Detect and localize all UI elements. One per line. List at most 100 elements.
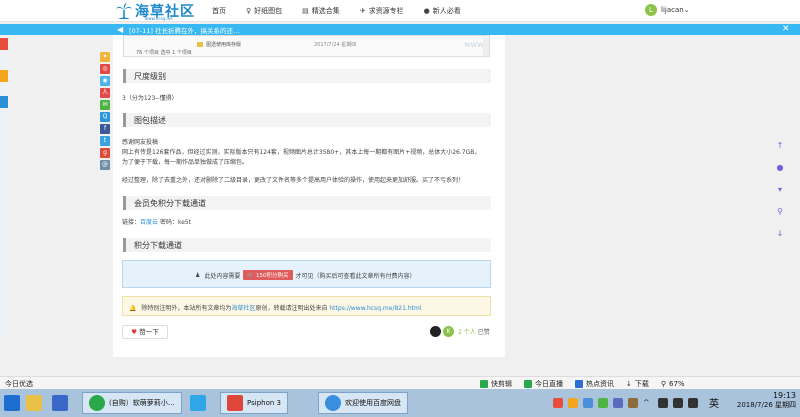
arrow-up-icon[interactable]: ↑ xyxy=(772,135,788,157)
windows-start-icon xyxy=(4,395,20,411)
system-clock[interactable]: 19:13 2018/7/26 星期四 xyxy=(730,391,796,410)
announcement-text[interactable]: [07-11] 社长折腾在外，搞关系的还… xyxy=(129,25,240,35)
qq-icon[interactable]: Q xyxy=(100,112,110,122)
status-item[interactable]: 热点资讯 xyxy=(575,379,614,389)
site-logo[interactable]: 海草社区 www.hcsq.me xyxy=(115,1,205,21)
status-item[interactable]: ⚲ 67% xyxy=(661,379,685,389)
chevron-down-icon: ⌄ xyxy=(683,6,690,14)
taskbar-pinned[interactable] xyxy=(190,392,210,414)
site-link[interactable]: 海草社区 xyxy=(231,305,255,312)
psiphon-icon xyxy=(227,395,243,411)
status-label: 热点资讯 xyxy=(586,380,614,388)
section-header-description: 图包描述 xyxy=(123,113,491,127)
megaphone-icon: ◀ xyxy=(117,25,124,34)
ime-indicator[interactable]: 英 xyxy=(709,395,719,410)
cloud-icon xyxy=(325,395,341,411)
side-badge-icon[interactable] xyxy=(0,96,8,108)
chevron-up-icon[interactable]: ^ xyxy=(643,398,653,408)
like-button[interactable]: ♥ 赞一下 xyxy=(122,325,168,339)
article-url-link[interactable]: https://www.hcsq.me/821.html xyxy=(329,305,421,312)
close-icon[interactable]: ✕ xyxy=(782,24,790,34)
album-icon: ▤ xyxy=(302,7,309,15)
taskbar-pinned[interactable] xyxy=(26,392,46,414)
system-tray: ^ 英 xyxy=(553,395,725,410)
qzone-icon[interactable]: ✦ xyxy=(100,52,110,62)
taskbar-app-baidu[interactable]: 欢迎使用百度网盘 xyxy=(318,392,408,414)
start-button[interactable] xyxy=(4,392,24,414)
like-label: 赞一下 xyxy=(139,328,159,336)
nav-item-newbie[interactable]: ● 新人必看 xyxy=(424,6,461,16)
status-icon xyxy=(524,380,532,388)
preview-scrollbar xyxy=(483,38,489,56)
section-header-paid-download: 积分下载通道 xyxy=(123,238,491,252)
status-item[interactable]: ↓ 下载 xyxy=(626,379,649,389)
zoom-icon: ⚲ xyxy=(660,380,667,388)
nav-item-home[interactable]: 首页 xyxy=(212,6,226,16)
tray-app-icon[interactable] xyxy=(613,397,623,408)
section-header-free-download: 会员免积分下载通道 xyxy=(123,196,491,210)
nav-item-requests[interactable]: ✈ 求资源专栏 xyxy=(360,6,404,16)
left-sidebar-strip xyxy=(0,38,8,338)
taskbar-app-psiphon[interactable]: Psiphon 3 xyxy=(220,392,288,414)
status-icon xyxy=(575,380,583,388)
side-badge-icon[interactable] xyxy=(0,38,8,50)
clock-date: 2018/7/26 星期四 xyxy=(736,401,796,409)
side-badge-icon[interactable] xyxy=(0,70,8,82)
scale-text: 3（分为123--懂得） xyxy=(122,95,178,102)
status-item[interactable]: 今日直播 xyxy=(524,379,563,389)
section-title: 会员免积分下载通道 xyxy=(134,199,206,208)
antivirus-icon[interactable] xyxy=(568,397,578,408)
description-line: 网上有传是126套作品，但经过实测，实际版本只有124套，视频图片总计3580+… xyxy=(122,149,481,156)
description-line: 为了便于下载，每一期作品单独做成了压缩包。 xyxy=(122,159,249,166)
media-player-icon xyxy=(190,395,206,411)
nav-item-packs[interactable]: ♀ 好纸图包 xyxy=(246,6,282,16)
logo-url: www.hcsq.me xyxy=(145,16,173,21)
buy-with-points-button[interactable]: 🛒 150积分购买 xyxy=(243,270,293,280)
status-label: 下载 xyxy=(634,380,649,388)
windows-taskbar: (自购）软萌萝莉小… Psiphon 3 欢迎使用百度网盘 ^ 英 19:13 … xyxy=(0,389,800,417)
wechat-icon[interactable]: ✉ xyxy=(100,100,110,110)
description-line: 感谢网友投稿 xyxy=(122,139,159,146)
volume-icon[interactable] xyxy=(688,397,698,408)
baidu-cloud-link[interactable]: 百度云 xyxy=(140,219,158,226)
today-picks[interactable]: 今日优选 xyxy=(5,379,33,389)
email-icon[interactable]: @ xyxy=(100,160,110,170)
facebook-icon[interactable]: f xyxy=(100,124,110,134)
tray-app-icon[interactable] xyxy=(583,397,593,408)
top-navbar: 海草社区 www.hcsq.me 首页 ♀ 好纸图包 ▤ 精选合集 ✈ 求资源专栏 ●… xyxy=(0,0,800,22)
paid-suffix: 才可见（购买后可查看此文章所有付费内容） xyxy=(295,272,416,280)
nav-label: 求资源专栏 xyxy=(368,7,404,15)
announcement-bar: ◀ [07-11] 社长折腾在外，搞关系的还… ✕ xyxy=(0,24,800,35)
notice-prefix: 除特别注明外，本站所有文章均为 xyxy=(141,305,232,312)
user-menu[interactable]: L lijacan ⌄ xyxy=(645,4,690,16)
link-label: 链接： xyxy=(122,219,141,226)
weibo-icon[interactable]: ◎ xyxy=(100,64,110,74)
wechat-icon[interactable] xyxy=(598,397,608,408)
google-plus-icon[interactable]: g xyxy=(100,148,110,158)
search-icon[interactable]: ⚲ xyxy=(772,201,788,223)
arrow-down-icon[interactable]: ↓ xyxy=(772,223,788,245)
tencent-weibo-icon[interactable]: ◉ xyxy=(100,76,110,86)
status-item[interactable]: 快剪辑 xyxy=(480,379,512,389)
twitter-icon[interactable]: t xyxy=(100,136,110,146)
shield-icon[interactable] xyxy=(553,397,563,408)
download-icon: ↓ xyxy=(626,380,632,388)
like-suffix: 已赞 xyxy=(477,329,490,336)
app-label: (自购）软萌萝莉小… xyxy=(109,399,175,407)
avatar[interactable] xyxy=(430,326,441,337)
status-label: 快剪辑 xyxy=(491,380,512,388)
cart-icon[interactable]: ▾ xyxy=(772,179,788,201)
nav-label: 新人必看 xyxy=(432,7,461,15)
renren-icon[interactable]: 人 xyxy=(100,88,110,98)
nav-item-collections[interactable]: ▤ 精选合集 xyxy=(302,6,340,16)
tray-app-icon[interactable] xyxy=(628,397,638,408)
taskbar-pinned[interactable] xyxy=(52,392,72,414)
taskbar-app-browser[interactable]: (自购）软萌萝莉小… xyxy=(82,392,182,414)
battery-icon[interactable] xyxy=(658,397,668,408)
chat-icon[interactable]: ● xyxy=(772,157,788,179)
palm-tree-icon xyxy=(116,3,132,19)
avatar[interactable]: K xyxy=(443,326,454,337)
buy-label: 150积分购买 xyxy=(256,273,289,279)
paid-prefix: 此处内容需要 xyxy=(204,272,241,280)
network-icon[interactable] xyxy=(673,397,683,408)
